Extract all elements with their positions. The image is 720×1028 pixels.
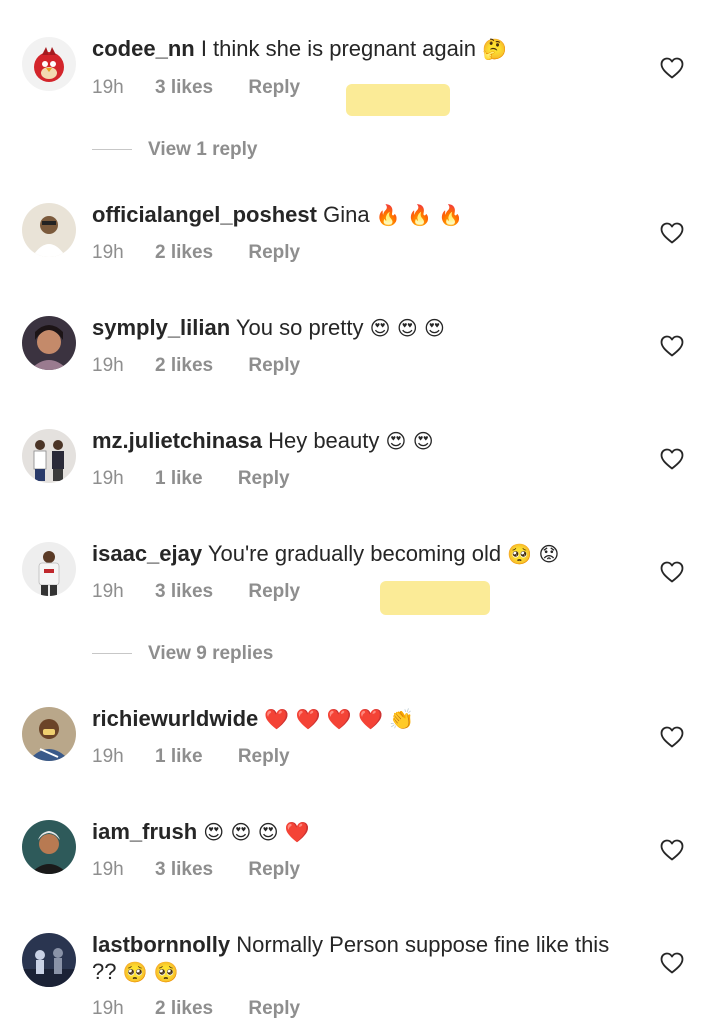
reply-button[interactable]: Reply (248, 242, 300, 264)
comment-emoji: 😍 😍 (385, 429, 434, 453)
comment-text: iam_frush 😍 😍 😍 ❤️ (92, 818, 612, 846)
comment-text: richiewurldwide ❤️ ❤️ ❤️ ❤️ 👏 (92, 705, 612, 733)
username[interactable]: mz.julietchinasa (92, 428, 262, 453)
avatar[interactable] (22, 37, 76, 91)
view-replies-button[interactable]: View 9 replies (92, 643, 273, 665)
comment-meta: 19h 2 likes Reply (92, 242, 300, 264)
highlight-mark (380, 581, 490, 615)
reply-button[interactable]: Reply (248, 77, 300, 99)
avatar[interactable] (22, 203, 76, 257)
username[interactable]: lastbornnolly (92, 932, 230, 957)
heart-outline-icon[interactable] (660, 57, 684, 79)
avatar[interactable] (22, 429, 76, 483)
avatar[interactable] (22, 316, 76, 370)
view-replies-button[interactable]: View 1 reply (92, 139, 258, 161)
avatar[interactable] (22, 933, 76, 987)
comment-text: symply_lilian You so pretty 😍 😍 😍 (92, 314, 612, 342)
likes-count[interactable]: 3 likes (155, 77, 213, 99)
comment-meta: 19h 2 likes Reply (92, 998, 300, 1020)
heart-outline-icon[interactable] (660, 726, 684, 748)
username[interactable]: isaac_ejay (92, 541, 202, 566)
comment-emoji: 😍 😍 😍 (369, 316, 445, 340)
heart-outline-icon[interactable] (660, 222, 684, 244)
comment-meta: 19h 1 like Reply (92, 468, 290, 490)
divider-line (92, 149, 132, 151)
username[interactable]: officialangel_poshest (92, 202, 317, 227)
heart-outline-icon[interactable] (660, 335, 684, 357)
comment-text: officialangel_poshest Gina 🔥 🔥 🔥 (92, 201, 612, 229)
comment-body: I think she is pregnant again (200, 36, 477, 61)
timestamp: 19h (92, 355, 124, 376)
reply-button[interactable]: Reply (238, 746, 290, 768)
username[interactable]: codee_nn (92, 36, 195, 61)
comment-body: You're gradually becoming old (207, 541, 502, 566)
heart-outline-icon[interactable] (660, 561, 684, 583)
comment-emoji: 🥺 🥺 (122, 960, 179, 984)
likes-count[interactable]: 2 likes (155, 355, 213, 377)
timestamp: 19h (92, 468, 124, 489)
comment-body: Hey beauty (268, 428, 380, 453)
username[interactable]: iam_frush (92, 819, 197, 844)
comment-text: isaac_ejay You're gradually becoming old… (92, 540, 612, 568)
username[interactable]: symply_lilian (92, 315, 230, 340)
comment-emoji: 🤔 (482, 37, 508, 61)
comment-emoji: ❤️ ❤️ ❤️ ❤️ 👏 (264, 707, 415, 731)
likes-count[interactable]: 1 like (155, 468, 203, 490)
likes-count[interactable]: 2 likes (155, 998, 213, 1020)
comment-emoji: 🔥 🔥 🔥 (375, 203, 464, 227)
comment-text: codee_nn I think she is pregnant again 🤔 (92, 35, 612, 63)
heart-outline-icon[interactable] (660, 448, 684, 470)
divider-line (92, 653, 132, 655)
comment-body: You so pretty (235, 315, 364, 340)
timestamp: 19h (92, 242, 124, 263)
reply-button[interactable]: Reply (248, 859, 300, 881)
timestamp: 19h (92, 998, 124, 1019)
comment-meta: 19h 3 likes Reply (92, 581, 300, 603)
reply-button[interactable]: Reply (248, 355, 300, 377)
timestamp: 19h (92, 859, 124, 880)
reply-button[interactable]: Reply (248, 998, 300, 1020)
comment-body: Gina (323, 202, 370, 227)
avatar[interactable] (22, 820, 76, 874)
username[interactable]: richiewurldwide (92, 706, 258, 731)
comment-meta: 19h 3 likes Reply (92, 859, 300, 881)
heart-outline-icon[interactable] (660, 839, 684, 861)
timestamp: 19h (92, 77, 124, 98)
comment-text: lastbornnolly Normally Person suppose fi… (92, 931, 612, 986)
reply-button[interactable]: Reply (248, 581, 300, 603)
comment-meta: 19h 3 likes Reply (92, 77, 300, 99)
highlight-mark (346, 84, 450, 116)
comment-text: mz.julietchinasa Hey beauty 😍 😍 (92, 427, 612, 455)
comment-meta: 19h 1 like Reply (92, 746, 290, 768)
heart-outline-icon[interactable] (660, 952, 684, 974)
likes-count[interactable]: 3 likes (155, 859, 213, 881)
likes-count[interactable]: 1 like (155, 746, 203, 768)
comment-meta: 19h 2 likes Reply (92, 355, 300, 377)
timestamp: 19h (92, 581, 124, 602)
comment-emoji: 😍 😍 😍 ❤️ (203, 820, 310, 844)
timestamp: 19h (92, 746, 124, 767)
avatar[interactable] (22, 707, 76, 761)
avatar[interactable] (22, 542, 76, 596)
reply-button[interactable]: Reply (238, 468, 290, 490)
comment-emoji: 🥺 😟 (507, 542, 560, 566)
likes-count[interactable]: 3 likes (155, 581, 213, 603)
likes-count[interactable]: 2 likes (155, 242, 213, 264)
